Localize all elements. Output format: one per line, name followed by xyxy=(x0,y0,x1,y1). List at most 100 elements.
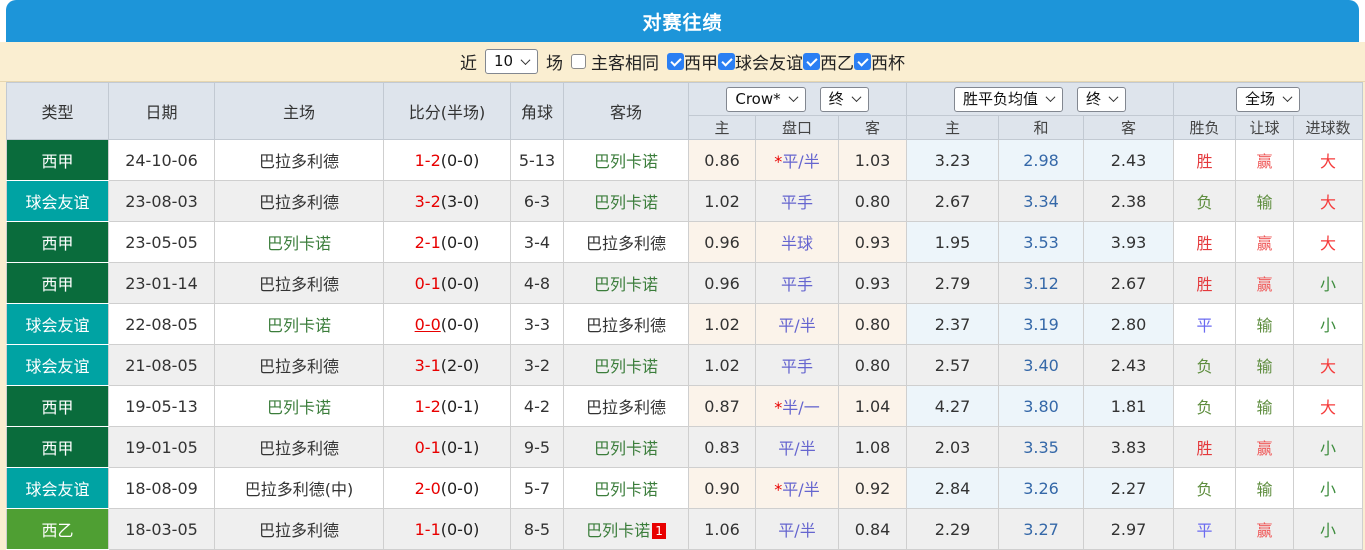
avg-home-odds-cell: 2.67 xyxy=(906,180,1000,222)
league-label-copa: 西杯 xyxy=(871,54,906,74)
avg-draw-odds-cell: 3.34 xyxy=(998,180,1085,222)
league-label-laliga2: 西乙 xyxy=(820,54,855,74)
handicap-cell: 半球 xyxy=(755,221,839,263)
crown-home-odds-cell: 1.06 xyxy=(688,508,756,550)
home-team-cell: 巴拉多利德 xyxy=(214,426,384,468)
away-team-link[interactable]: 巴列卡诺 xyxy=(594,357,658,376)
avg-away-odds-cell: 1.81 xyxy=(1083,385,1175,427)
away-team-link[interactable]: 巴列卡诺 xyxy=(594,480,658,499)
chevron-down-icon xyxy=(520,54,531,65)
avg-type-select[interactable]: 胜平负均值 xyxy=(954,86,1064,112)
score-cell: 3-1(2-0) xyxy=(383,344,511,386)
home-team-link[interactable]: 巴列卡诺 xyxy=(267,398,331,417)
away-team-cell: 巴列卡诺 xyxy=(563,467,689,509)
crown-away-odds-cell: 0.84 xyxy=(837,508,908,550)
subheader-avg-draw: 和 xyxy=(998,115,1085,140)
league-checkbox-laliga[interactable] xyxy=(667,53,685,70)
scope-value: 全场 xyxy=(1245,89,1276,108)
home-team-cell: 巴列卡诺 xyxy=(214,221,384,263)
avg-draw-odds-cell: 3.12 xyxy=(998,262,1085,304)
crown-home-odds-cell: 1.02 xyxy=(688,180,756,222)
match-type-cell: 西甲 xyxy=(6,385,109,427)
handicap-result-cell: 输 xyxy=(1235,180,1295,222)
handicap-value: 平/半 xyxy=(778,316,816,335)
handicap-result-cell: 赢 xyxy=(1235,139,1295,181)
subheader-handicap: 盘口 xyxy=(755,115,839,140)
avg-home-odds-cell: 2.79 xyxy=(906,262,1000,304)
away-team-link[interactable]: 巴拉多利德 xyxy=(586,234,666,253)
away-team-link[interactable]: 巴拉多利德 xyxy=(586,316,666,335)
crown-away-odds-cell: 1.03 xyxy=(837,139,908,181)
score-cell: 0-1(0-1) xyxy=(383,426,511,468)
chevron-down-icon xyxy=(788,92,799,103)
home-team-link[interactable]: 巴列卡诺 xyxy=(267,316,331,335)
crown-home-odds-cell: 0.86 xyxy=(688,139,756,181)
odds-source-select[interactable]: Crow* xyxy=(726,86,806,112)
goals-result-cell: 小 xyxy=(1293,262,1364,304)
result-cell: 平 xyxy=(1173,303,1237,345)
crown-home-odds-cell: 1.02 xyxy=(688,344,756,386)
table-container: 类型 日期 主场 比分(半场) 角球 客场 Crow* 终 胜平负均值 终 全场… xyxy=(0,82,1365,550)
home-team-link[interactable]: 巴拉多利德 xyxy=(259,152,339,171)
away-team-link[interactable]: 巴列卡诺 xyxy=(594,193,658,212)
home-team-link[interactable]: 巴拉多利德 xyxy=(259,275,339,294)
chevron-down-icon xyxy=(1282,92,1293,103)
league-checkbox-friendly[interactable] xyxy=(718,53,736,70)
halftime-score: (0-0) xyxy=(440,519,480,539)
goals-result-cell: 大 xyxy=(1293,344,1364,386)
away-team-cell: 巴列卡诺 xyxy=(563,262,689,304)
home-team-link[interactable]: 巴拉多利德 xyxy=(259,439,339,458)
col-header-score: 比分(半场) xyxy=(383,82,511,140)
halftime-score: (2-0) xyxy=(440,355,480,375)
away-team-link[interactable]: 巴列卡诺 xyxy=(594,439,658,458)
goals-result-cell: 小 xyxy=(1293,508,1364,550)
goals-result-cell: 大 xyxy=(1293,221,1364,263)
home-team-link[interactable]: 巴拉多利德 xyxy=(259,193,339,212)
away-team-link[interactable]: 巴列卡诺 xyxy=(594,275,658,294)
home-team-link[interactable]: 巴拉多利德 xyxy=(259,521,339,540)
away-team-link[interactable]: 巴列卡诺 xyxy=(586,521,650,540)
avg-home-odds-cell: 3.23 xyxy=(906,139,1000,181)
match-type-cell: 西甲 xyxy=(6,426,109,468)
fulltime-score: 1-2 xyxy=(414,150,441,170)
league-checkbox-laliga2[interactable] xyxy=(803,53,821,70)
home-team-link[interactable]: 巴列卡诺 xyxy=(267,234,331,253)
subheader-crown-home: 主 xyxy=(688,115,756,140)
avg-away-odds-cell: 2.80 xyxy=(1083,303,1175,345)
same-venue-checkbox[interactable] xyxy=(571,54,587,69)
away-team-cell: 巴拉多利德 xyxy=(563,385,689,427)
home-team-link[interactable]: 巴拉多利德 xyxy=(259,357,339,376)
corner-cell: 8-5 xyxy=(510,508,564,550)
home-team-cell: 巴拉多利德 xyxy=(214,139,384,181)
fulltime-score: 0-0 xyxy=(414,314,441,334)
recent-count-select[interactable]: 10 xyxy=(484,49,539,74)
away-team-link[interactable]: 巴列卡诺 xyxy=(594,152,658,171)
date-cell: 19-01-05 xyxy=(108,426,215,468)
games-label: 场 xyxy=(546,54,564,74)
handicap-result-cell: 输 xyxy=(1235,467,1295,509)
filter-bar: 近 10 场 主客相同 西甲 球会友谊 西乙 西杯 xyxy=(0,42,1365,82)
home-team-cell: 巴列卡诺 xyxy=(214,303,384,345)
goals-result-cell: 大 xyxy=(1293,139,1364,181)
corner-cell: 3-3 xyxy=(510,303,564,345)
home-team-link[interactable]: 巴拉多利德(中) xyxy=(245,480,354,499)
avg-away-odds-cell: 2.67 xyxy=(1083,262,1175,304)
score-cell: 2-1(0-0) xyxy=(383,221,511,263)
league-checkbox-copa[interactable] xyxy=(854,53,872,70)
handicap-result-cell: 输 xyxy=(1235,303,1295,345)
crown-home-odds-cell: 1.02 xyxy=(688,303,756,345)
subheader-avg-away: 客 xyxy=(1083,115,1175,140)
avg-draw-odds-cell: 3.35 xyxy=(998,426,1085,468)
count-badge: 1 xyxy=(652,523,666,539)
score-cell: 3-2(3-0) xyxy=(383,180,511,222)
goals-result-cell: 大 xyxy=(1293,385,1364,427)
handicap-value: 平手 xyxy=(780,357,813,376)
fulltime-score: 1-2 xyxy=(414,396,441,416)
away-team-link[interactable]: 巴拉多利德 xyxy=(586,398,666,417)
avg-stage-select[interactable]: 终 xyxy=(1077,86,1127,112)
odds-source-value: Crow* xyxy=(735,89,781,108)
handicap-value: 平/半 xyxy=(782,480,820,499)
score-cell: 1-1(0-0) xyxy=(383,508,511,550)
odds-stage-select[interactable]: 终 xyxy=(819,86,869,112)
scope-select[interactable]: 全场 xyxy=(1236,86,1301,112)
